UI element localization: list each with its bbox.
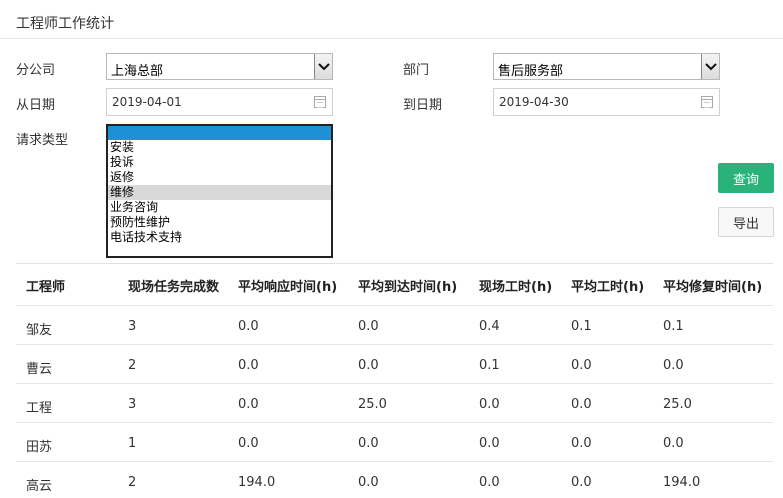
table-cell: 0.0 <box>571 436 592 451</box>
calendar-icon[interactable] <box>701 96 713 108</box>
department-label: 部门 <box>403 63 430 78</box>
table-cell: 0.4 <box>479 319 500 334</box>
export-button[interactable]: 导出 <box>718 207 774 237</box>
request-type-option[interactable]: 电话技术支持 <box>108 230 331 245</box>
table-cell: 0.0 <box>479 436 500 451</box>
request-type-option[interactable]: 投诉 <box>108 155 331 170</box>
table-cell: 0.0 <box>479 475 500 490</box>
title-divider <box>0 38 783 39</box>
table-cell: 2 <box>128 358 137 373</box>
chevron-down-icon[interactable] <box>314 54 332 79</box>
column-header: 平均工时(h) <box>571 280 645 295</box>
to-date-label: 到日期 <box>403 98 443 113</box>
calendar-icon[interactable] <box>314 96 326 108</box>
table-cell: 0.0 <box>358 436 379 451</box>
column-header: 平均修复时间(h) <box>663 280 763 295</box>
request-type-option-highlighted[interactable]: 维修 <box>108 185 331 200</box>
table-cell: 0.1 <box>571 319 592 334</box>
request-type-option[interactable]: 返修 <box>108 170 331 185</box>
table-cell: 0.0 <box>358 475 379 490</box>
table-cell: 1 <box>128 436 137 451</box>
from-date-value: 2019-04-01 <box>112 95 182 109</box>
row-divider <box>16 344 773 345</box>
table-cell: 0.0 <box>571 358 592 373</box>
from-date-label: 从日期 <box>16 98 56 113</box>
request-type-label: 请求类型 <box>16 133 69 148</box>
table-cell: 194.0 <box>238 475 276 490</box>
table-cell: 0.0 <box>238 397 259 412</box>
table-cell: 0.0 <box>358 358 379 373</box>
table-cell: 0.0 <box>238 358 259 373</box>
company-select-value: 上海总部 <box>111 64 164 79</box>
table-cell: 2 <box>128 475 137 490</box>
from-date-input[interactable]: 2019-04-01 <box>106 88 333 116</box>
department-select[interactable]: 售后服务部 <box>493 53 720 80</box>
table-cell: 0.0 <box>238 319 259 334</box>
table-cell: 25.0 <box>663 397 692 412</box>
table-cell: 3 <box>128 397 137 412</box>
chevron-down-icon[interactable] <box>701 54 719 79</box>
row-divider <box>16 305 773 306</box>
request-type-option[interactable]: 业务咨询 <box>108 200 331 215</box>
engineer-name-cell: 田苏 <box>26 440 53 455</box>
request-type-option[interactable]: 安装 <box>108 140 331 155</box>
page-title: 工程师工作统计 <box>16 16 114 32</box>
engineer-name-cell: 工程 <box>26 401 53 416</box>
column-header: 平均到达时间(h) <box>358 280 458 295</box>
column-header: 现场任务完成数 <box>128 280 220 295</box>
query-button[interactable]: 查询 <box>718 163 774 193</box>
table-cell: 3 <box>128 319 137 334</box>
to-date-input[interactable]: 2019-04-30 <box>493 88 720 116</box>
column-header: 现场工时(h) <box>479 280 553 295</box>
table-cell: 0.0 <box>663 358 684 373</box>
engineer-name-cell: 曹云 <box>26 362 53 377</box>
row-divider <box>16 461 773 462</box>
department-select-value: 售后服务部 <box>498 64 564 79</box>
request-type-option[interactable]: 预防性维护 <box>108 215 331 230</box>
table-cell: 25.0 <box>358 397 387 412</box>
company-label: 分公司 <box>16 63 56 78</box>
request-type-option-blank[interactable] <box>108 126 331 140</box>
company-select[interactable]: 上海总部 <box>106 53 333 80</box>
table-cell: 194.0 <box>663 475 701 490</box>
table-cell: 0.1 <box>663 319 684 334</box>
table-cell: 0.0 <box>663 436 684 451</box>
table-cell: 0.0 <box>238 436 259 451</box>
engineer-name-cell: 高云 <box>26 479 53 494</box>
engineer-name-cell: 邹友 <box>26 323 53 338</box>
column-header: 工程师 <box>26 280 66 295</box>
table-cell: 0.0 <box>358 319 379 334</box>
table-cell: 0.1 <box>479 358 500 373</box>
table-top-border <box>16 263 773 264</box>
table-cell: 0.0 <box>571 475 592 490</box>
to-date-value: 2019-04-30 <box>499 95 569 109</box>
row-divider <box>16 383 773 384</box>
column-header: 平均响应时间(h) <box>238 280 338 295</box>
row-divider <box>16 422 773 423</box>
table-cell: 0.0 <box>571 397 592 412</box>
table-cell: 0.0 <box>479 397 500 412</box>
request-type-listbox[interactable]: 安装 投诉 返修 维修 业务咨询 预防性维护 电话技术支持 <box>106 124 333 258</box>
